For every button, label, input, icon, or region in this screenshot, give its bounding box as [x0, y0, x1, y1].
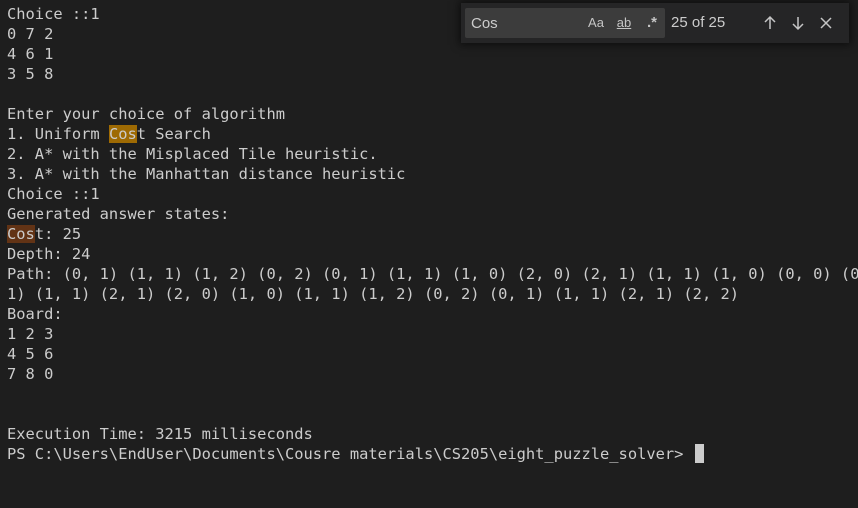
- arrow-up-icon: [764, 15, 776, 29]
- terminal-line: Choice ::1: [7, 185, 100, 203]
- line-text: 1. Uniform: [7, 125, 109, 143]
- terminal-line: Path: (0, 1) (1, 1) (1, 2) (0, 2) (0, 1)…: [7, 265, 858, 283]
- terminal-line-ucs: 1. Uniform Cost Search: [7, 124, 858, 144]
- regex-toggle[interactable]: .*: [641, 12, 663, 34]
- terminal-line: Board:: [7, 305, 63, 323]
- terminal-panel[interactable]: Choice ::1 0 7 2 4 6 1 3 5 8 Enter your …: [0, 0, 858, 508]
- terminal-line-cost: Cost: 25: [7, 224, 858, 244]
- close-icon: [820, 17, 832, 29]
- line-text: t Search: [136, 125, 211, 143]
- terminal-line: 7 8 0: [7, 365, 54, 383]
- find-input[interactable]: [471, 14, 581, 32]
- match-count: 25 of 25: [671, 14, 726, 31]
- terminal-line: Enter your choice of algorithm: [7, 105, 285, 123]
- terminal-line: 2. A* with the Misplaced Tile heuristic.: [7, 145, 378, 163]
- terminal-cursor: [694, 444, 704, 463]
- close-find-button[interactable]: [813, 10, 839, 36]
- terminal-prompt-line[interactable]: PS C:\Users\EndUser\Documents\Cousre mat…: [7, 444, 858, 464]
- find-widget: Aa ab .* 25 of 25: [461, 3, 849, 43]
- terminal-line: Depth: 24: [7, 245, 91, 263]
- previous-match-button[interactable]: [757, 10, 783, 36]
- next-match-button[interactable]: [785, 10, 811, 36]
- terminal-line: 3. A* with the Manhattan distance heuris…: [7, 165, 406, 183]
- terminal-line: Execution Time: 3215 milliseconds: [7, 425, 313, 443]
- whole-word-toggle[interactable]: ab: [611, 12, 637, 34]
- terminal-line: 1) (1, 1) (2, 1) (2, 0) (1, 0) (1, 1) (1…: [7, 285, 740, 303]
- terminal-line: Generated answer states:: [7, 205, 230, 223]
- find-input-box[interactable]: Aa ab .*: [465, 8, 665, 38]
- terminal-line: 3 5 8: [7, 65, 54, 83]
- shell-prompt: PS C:\Users\EndUser\Documents\Cousre mat…: [7, 445, 693, 463]
- line-text: t: 25: [34, 225, 82, 243]
- arrow-down-icon: [792, 17, 804, 31]
- terminal-line: 4 5 6: [7, 345, 54, 363]
- terminal-line: 1 2 3: [7, 325, 54, 343]
- search-match: Cos: [7, 225, 35, 243]
- terminal-line: 4 6 1: [7, 45, 54, 63]
- search-match-active: Cos: [108, 125, 137, 143]
- match-case-toggle[interactable]: Aa: [585, 12, 607, 34]
